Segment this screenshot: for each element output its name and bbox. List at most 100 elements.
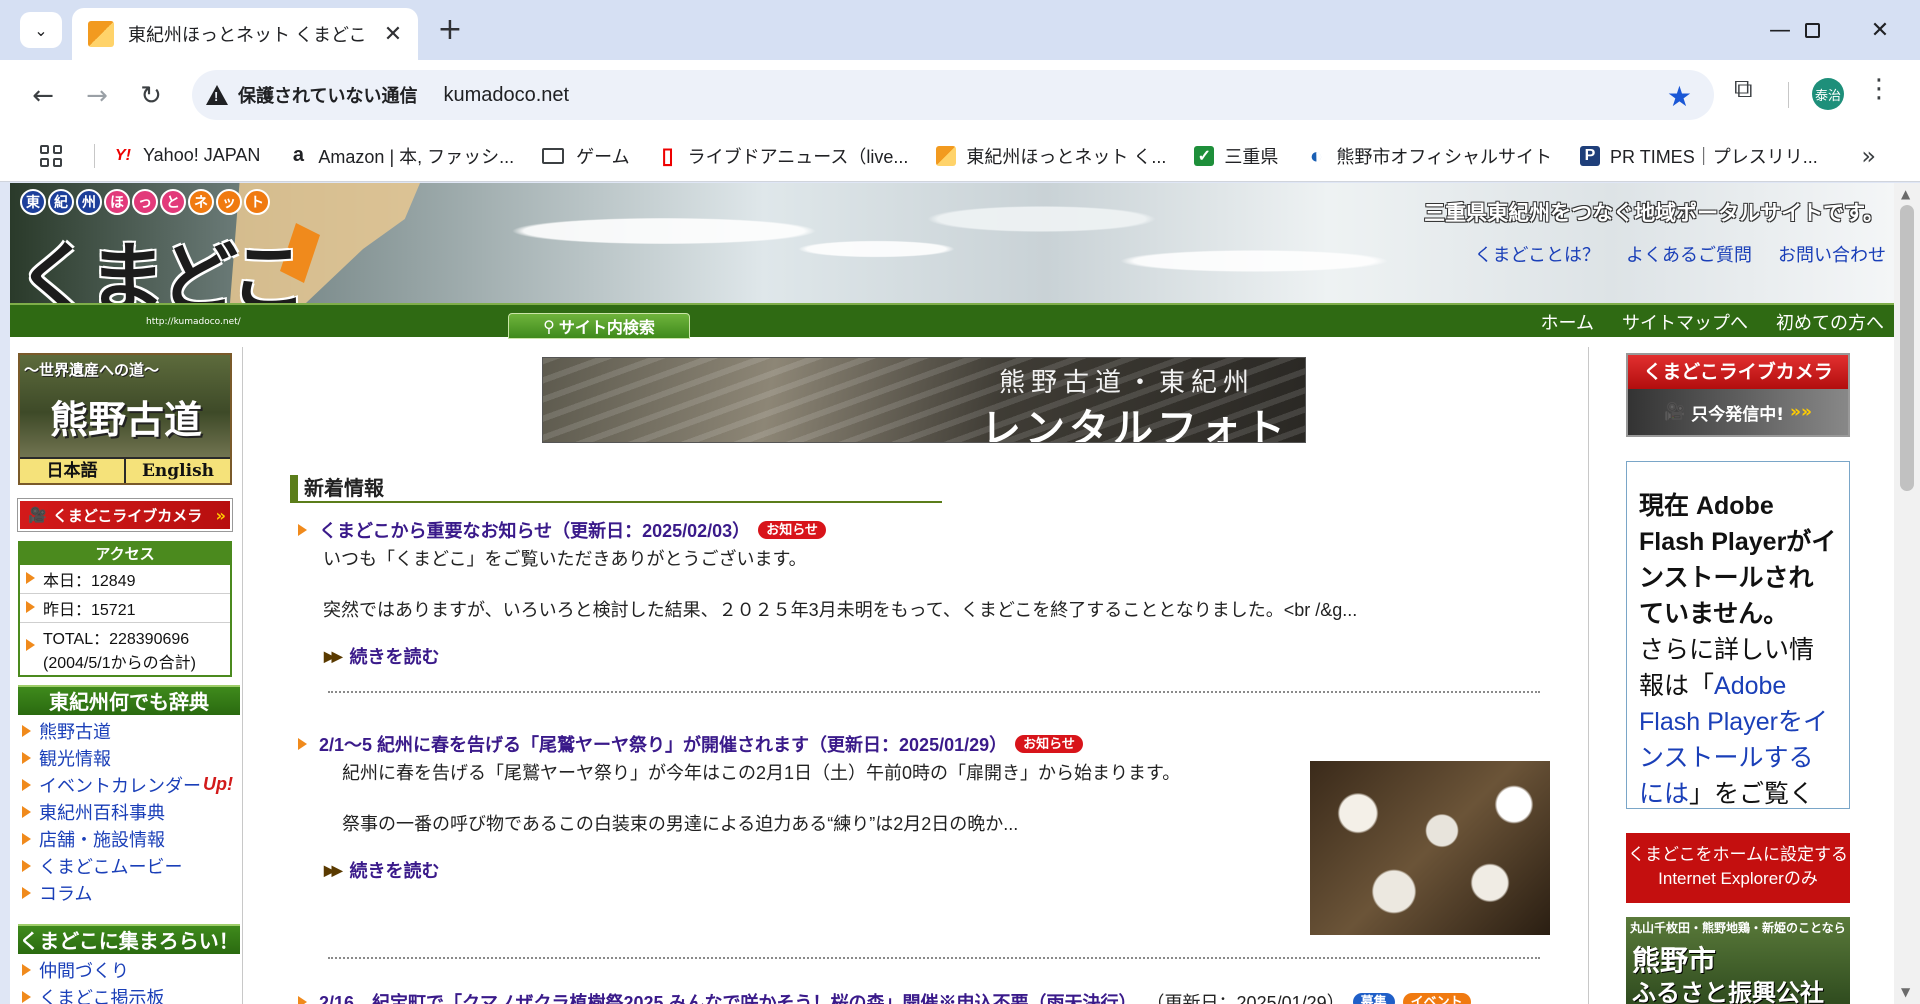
link-about[interactable]: くまどことは？ <box>1475 241 1600 267</box>
bookmark-kumadoco[interactable]: 東紀州ほっとネット く... <box>936 143 1166 169</box>
gather-list: 仲間づくり くまどこ掲示板 <box>18 956 236 1004</box>
access-heading: アクセス <box>20 543 230 565</box>
scroll-down-icon[interactable]: ▼ <box>1901 985 1910 999</box>
double-chevron-right-icon[interactable]: » <box>1861 142 1876 170</box>
triangle-bullet-icon <box>22 859 31 872</box>
bookmark-folder-game[interactable]: ゲーム <box>542 143 630 169</box>
access-today: 本日：12849 <box>20 565 230 593</box>
window-close-button[interactable]: ✕ <box>1850 10 1910 50</box>
url-text[interactable]: kumadoco.net <box>443 84 569 107</box>
kebab-menu-icon[interactable]: ⋮ <box>1866 74 1892 104</box>
triangle-bullet-icon <box>22 724 31 737</box>
close-icon[interactable]: ✕ <box>380 22 406 47</box>
apps-grid-icon[interactable] <box>40 144 62 167</box>
site-search-tab[interactable]: ⚲ サイト内検索 <box>508 313 690 339</box>
set-homepage-note: Internet Explorerのみ <box>1658 869 1818 888</box>
star-icon[interactable]: ★ <box>1667 80 1692 113</box>
logo-char: 東 <box>20 189 46 215</box>
nav-home[interactable]: ホーム <box>1541 309 1594 335</box>
event-badge: イベント <box>1402 993 1471 1004</box>
triangle-bullet-icon <box>298 738 307 750</box>
read-more-link[interactable]: ▶▶ 続きを読む <box>324 643 1538 669</box>
site-logo[interactable]: くまどこ <box>16 217 308 303</box>
bookmark-label: 東紀州ほっとネット く... <box>966 146 1167 167</box>
live-camera-banner-small[interactable]: 🎥 くまどこライブカメラ » <box>17 498 233 532</box>
bookmark-label: PR TIMES｜プレスリリ... <box>1610 146 1818 167</box>
lang-english-link[interactable]: English <box>126 459 230 483</box>
list-item-label: 仲間づくり <box>39 960 129 981</box>
lang-japanese-link[interactable]: 日本語 <box>20 459 126 483</box>
rental-banner-line2: レンタルフォト <box>981 405 1289 443</box>
news-excerpt-line: いつも「くまどこ」をご覧いただきありがとうございます。 <box>323 549 807 569</box>
list-item[interactable]: 仲間づくり <box>18 956 236 983</box>
nav-sitemap[interactable]: サイトマップへ <box>1622 309 1748 335</box>
list-item[interactable]: 熊野古道 <box>18 717 236 744</box>
link-faq[interactable]: よくあるご質問 <box>1626 241 1752 267</box>
security-label: 保護されていない通信 <box>238 86 418 106</box>
bookmark-livedoor[interactable]: ▯ ライブドアニュース（live... <box>658 143 909 169</box>
folder-icon <box>542 147 565 164</box>
bookmark-amazon[interactable]: a Amazon | 本, ファッシ... <box>288 143 514 169</box>
scrollbar-thumb[interactable] <box>1900 205 1914 491</box>
festival-photo[interactable] <box>1310 761 1550 935</box>
bookmark-kumano-city[interactable]: ◐ 熊野市オフィシャルサイト <box>1306 143 1552 169</box>
new-tab-button[interactable]: + <box>432 13 468 49</box>
chevron-down-icon: ⌄ <box>34 20 48 40</box>
list-item[interactable]: コラム <box>18 879 236 906</box>
news-title-link[interactable]: 2/16 紀宝町で「クマノザクラ植樹祭2025 みんなで咲かそう！桜の森」開催※… <box>319 989 1137 1004</box>
active-tab[interactable]: 東紀州ほっとネット くまどこ ✕ <box>72 8 418 60</box>
back-button[interactable]: ← <box>24 77 62 115</box>
triangle-bullet-icon <box>298 996 307 1004</box>
logo-char: ほ <box>104 189 130 215</box>
kumano-city-icon: ◐ <box>1309 142 1324 168</box>
list-item[interactable]: くまどこ掲示板 <box>18 983 236 1004</box>
list-item[interactable]: くまどこムービー <box>18 852 236 879</box>
link-contact[interactable]: お問い合わせ <box>1778 241 1886 267</box>
dictionary-heading: 東紀州何でも辞典 <box>18 685 240 715</box>
address-bar[interactable]: 保護されていない通信 kumadoco.net ★ <box>192 70 1714 120</box>
bookmark-label: ライブドアニュース（live... <box>687 146 909 167</box>
recruit-badge: 募集 <box>1352 993 1395 1004</box>
live-camera-label: くまどこライブカメラ <box>52 506 203 525</box>
search-icon: ⚲ <box>543 316 555 336</box>
reload-button[interactable]: ↻ <box>132 77 170 115</box>
list-item[interactable]: 店舗・施設情報 <box>18 825 236 852</box>
prtimes-icon: P <box>1580 145 1601 166</box>
forward-button[interactable]: → <box>78 77 116 115</box>
page-scrollbar[interactable]: ▲ ▼ <box>1894 183 1920 1004</box>
news-title-link[interactable]: くまどこから重要なお知らせ（更新日：2025/02/03） <box>319 517 750 543</box>
tab-title: 東紀州ほっとネット くまどこ <box>128 25 367 45</box>
bookmark-yahoo[interactable]: Y! Yahoo! JAPAN <box>113 145 260 166</box>
puzzle-icon[interactable]: ⧉ <box>1734 74 1753 105</box>
rental-photo-banner[interactable]: 熊野古道・東紀州 レンタルフォト <box>542 357 1306 443</box>
news-item: 2/16 紀宝町で「クマノザクラ植樹祭2025 みんなで咲かそう！桜の森」開催※… <box>298 989 1538 1004</box>
security-indicator[interactable]: 保護されていない通信 <box>206 82 431 108</box>
kodo-subtitle: 〜世界遺産への道〜 <box>24 361 160 379</box>
set-homepage-button[interactable]: くまどこをホームに設定する Internet Explorerのみ <box>1626 833 1850 903</box>
kumano-kodo-banner[interactable]: 〜世界遺産への道〜 熊野古道 日本語 English <box>18 353 232 485</box>
maximize-button[interactable] <box>1782 10 1842 50</box>
news-title-link[interactable]: 2/1〜5 紀州に春を告げる「尾鷲ヤーヤ祭り」が開催されます（更新日：2025/… <box>319 731 1007 757</box>
bookmark-prtimes[interactable]: P PR TIMES｜プレスリリ... <box>1580 143 1818 169</box>
maximize-icon <box>1804 22 1820 38</box>
kumano-furusato-banner[interactable]: 丸山千枚田・熊野地鶏・新姫のことなら 熊野市 ふるさと振興公社 <box>1626 917 1850 1004</box>
list-item-label: イベントカレンダー <box>39 775 201 796</box>
triangle-bullet-icon <box>22 963 31 976</box>
avatar[interactable]: 泰治 <box>1812 78 1844 110</box>
list-item[interactable]: 東紀州百科事典 <box>18 798 236 825</box>
site-logo-top[interactable]: 東 紀 州 ほ っ と ネ ッ ト <box>20 189 270 215</box>
nav-first-time[interactable]: 初めての方へ <box>1776 309 1884 335</box>
bookmark-mie[interactable]: ✓ 三重県 <box>1194 143 1278 169</box>
kumano-banner-subtitle: ふるさと振興公社 <box>1632 978 1824 1004</box>
tab-search-button[interactable]: ⌄ <box>20 12 62 48</box>
live-camera-status-label: 只今発信中! <box>1691 404 1784 425</box>
list-item[interactable]: イベントカレンダー Up! <box>18 771 236 798</box>
list-item[interactable]: 観光情報 <box>18 744 236 771</box>
scroll-up-icon[interactable]: ▲ <box>1901 187 1910 201</box>
page-viewport: 東 紀 州 ほ っ と ネ ッ ト くまどこ 三重県東紀州をつなぐ地域ポータルサ… <box>10 183 1894 1004</box>
triangle-bullet-icon <box>22 832 31 845</box>
global-nav: ホーム サイトマップへ 初めての方へ <box>1541 309 1884 335</box>
list-item-label: 東紀州百科事典 <box>39 802 165 823</box>
live-camera-banner[interactable]: くまどこライブカメラ 🎥 只今発信中! »» <box>1626 353 1850 437</box>
close-icon: ✕ <box>1870 17 1890 43</box>
